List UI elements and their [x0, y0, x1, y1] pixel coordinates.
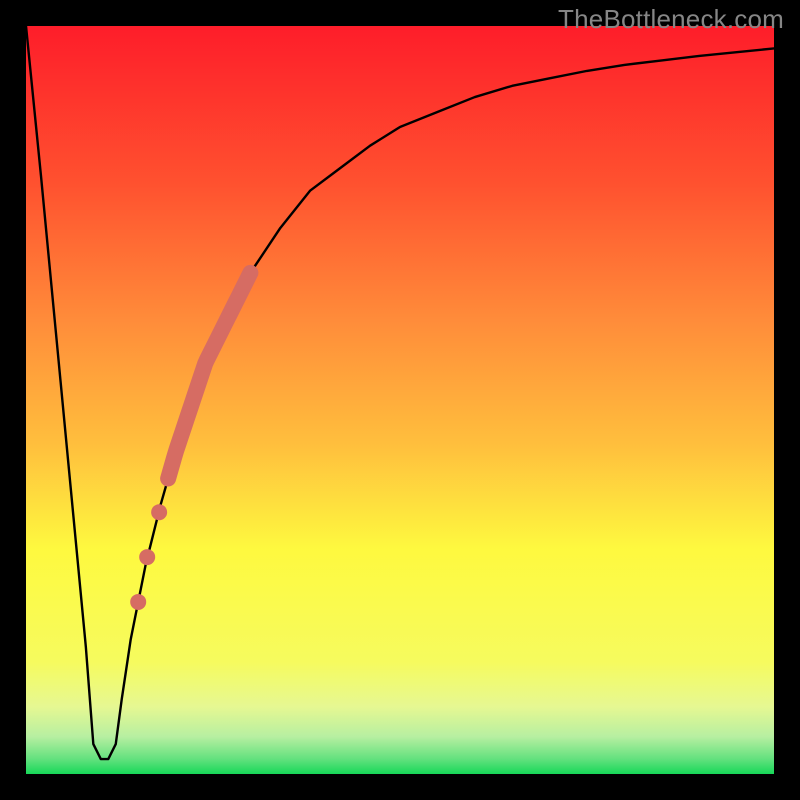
highlight-dot: [139, 549, 155, 565]
chart-plot: [26, 26, 774, 774]
watermark-text: TheBottleneck.com: [558, 4, 784, 35]
highlight-dot: [151, 504, 167, 520]
chart-frame: TheBottleneck.com: [0, 0, 800, 800]
gradient-background: [26, 26, 774, 774]
highlight-dot: [130, 594, 146, 610]
